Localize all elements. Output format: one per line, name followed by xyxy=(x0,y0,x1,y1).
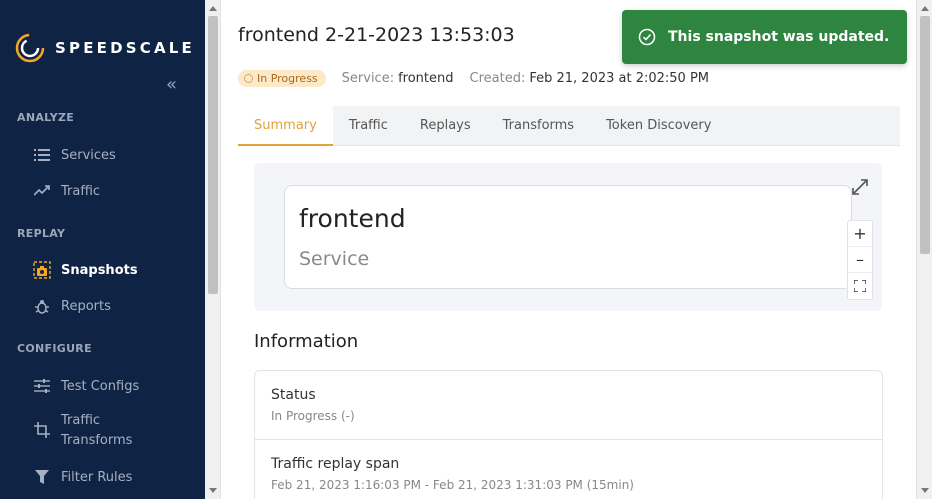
sidebar-item-traffic[interactable]: Traffic xyxy=(33,182,100,200)
info-label: Status xyxy=(271,387,316,403)
node-type: Service xyxy=(299,248,370,270)
info-value: Feb 21, 2023 1:16:03 PM - Feb 21, 2023 1… xyxy=(271,478,634,492)
scroll-up-arrow-icon[interactable] xyxy=(921,6,929,11)
scroll-down-arrow-icon[interactable] xyxy=(921,488,929,493)
sidebar-item-test-configs[interactable]: Test Configs xyxy=(33,377,139,395)
sidebar-scrollbar[interactable] xyxy=(205,0,221,499)
service-label: Service: xyxy=(341,71,395,86)
filter-icon xyxy=(33,468,51,486)
scroll-up-arrow-icon[interactable] xyxy=(209,6,217,11)
zoom-out-button[interactable]: – xyxy=(848,247,872,273)
scroll-down-arrow-icon[interactable] xyxy=(209,488,217,493)
created-value: Feb 21, 2023 at 2:02:50 PM xyxy=(529,71,710,86)
tab-summary[interactable]: Summary xyxy=(238,106,333,146)
tab-traffic[interactable]: Traffic xyxy=(333,106,404,146)
tab-token-discovery[interactable]: Token Discovery xyxy=(590,106,727,146)
scrollbar-thumb[interactable] xyxy=(920,16,930,254)
sidebar-item-label-line1: Traffic xyxy=(61,413,101,428)
info-value: In Progress (-) xyxy=(271,409,355,423)
information-card: Status In Progress (-) Traffic replay sp… xyxy=(254,370,883,499)
sliders-icon xyxy=(33,377,51,395)
sidebar-item-snapshots[interactable]: Snapshots xyxy=(33,261,138,279)
section-analyze: ANALYZE xyxy=(17,111,75,124)
list-icon xyxy=(33,146,51,164)
toast-message: This snapshot was updated. xyxy=(668,29,890,45)
sidebar-item-filter-rules[interactable]: Filter Rules xyxy=(33,468,132,486)
info-row-traffic-replay-span: Traffic replay span Feb 21, 2023 1:16:03… xyxy=(255,440,882,499)
sidebar: SPEEDSCALE « ANALYZE Services Traffic RE… xyxy=(0,0,205,499)
sidebar-item-label: Services xyxy=(61,147,116,163)
sidebar-item-label: Traffic xyxy=(61,183,101,199)
fit-view-button[interactable] xyxy=(848,273,872,299)
sidebar-item-label: Test Configs xyxy=(61,378,140,394)
main-content: frontend 2-21-2023 13:53:03 In Progress … xyxy=(222,0,916,499)
spinner-icon xyxy=(244,74,253,83)
bug-icon xyxy=(33,297,51,315)
brand[interactable]: SPEEDSCALE xyxy=(15,33,195,63)
sidebar-item-services[interactable]: Services xyxy=(33,146,116,164)
sidebar-item-reports[interactable]: Reports xyxy=(33,297,111,315)
service-value: frontend xyxy=(398,71,454,86)
status-badge: In Progress xyxy=(238,70,326,87)
tab-transforms[interactable]: Transforms xyxy=(487,106,590,146)
expand-icon[interactable] xyxy=(850,177,870,197)
tab-replays[interactable]: Replays xyxy=(404,106,487,146)
collapse-sidebar-button[interactable]: « xyxy=(166,76,177,94)
main-scrollbar[interactable] xyxy=(916,0,932,499)
zoom-in-button[interactable]: + xyxy=(848,221,872,247)
scrollbar-thumb[interactable] xyxy=(208,16,218,294)
sidebar-item-label-line2: Transforms xyxy=(61,433,133,448)
graph-node-frontend[interactable]: frontend Service xyxy=(284,185,852,289)
sidebar-item-label: Snapshots xyxy=(61,262,138,278)
info-label: Traffic replay span xyxy=(271,456,400,472)
created-label: Created: xyxy=(469,71,526,86)
brand-name: SPEEDSCALE xyxy=(55,39,195,57)
page-title: frontend 2-21-2023 13:53:03 xyxy=(238,24,515,46)
information-heading: Information xyxy=(254,331,359,352)
check-circle-icon xyxy=(638,28,656,46)
tab-bar: Summary Traffic Replays Transforms Token… xyxy=(238,106,900,146)
info-row-status: Status In Progress (-) xyxy=(255,371,882,440)
node-name: frontend xyxy=(299,204,406,233)
success-toast[interactable]: This snapshot was updated. xyxy=(622,10,907,64)
sidebar-item-label: Filter Rules xyxy=(61,469,133,485)
sidebar-item-traffic-transforms[interactable]: Traffic Transforms xyxy=(33,411,132,451)
sidebar-item-label: Reports xyxy=(61,298,111,314)
app-window: SPEEDSCALE « ANALYZE Services Traffic RE… xyxy=(0,0,932,499)
trending-up-icon xyxy=(33,182,51,200)
crop-icon xyxy=(33,421,51,439)
snapshot-meta: In Progress Service: frontend Created: F… xyxy=(238,70,725,87)
sidebar-item-label: Traffic Transforms xyxy=(61,411,132,451)
status-badge-label: In Progress xyxy=(257,72,318,85)
fit-view-icon xyxy=(854,280,866,292)
section-configure: CONFIGURE xyxy=(17,342,92,355)
service-graph[interactable]: frontend Service + – xyxy=(254,163,882,311)
camera-icon xyxy=(33,261,51,279)
speedscale-logo-icon xyxy=(15,33,45,63)
zoom-controls: + – xyxy=(847,220,873,300)
section-replay: REPLAY xyxy=(17,227,66,240)
